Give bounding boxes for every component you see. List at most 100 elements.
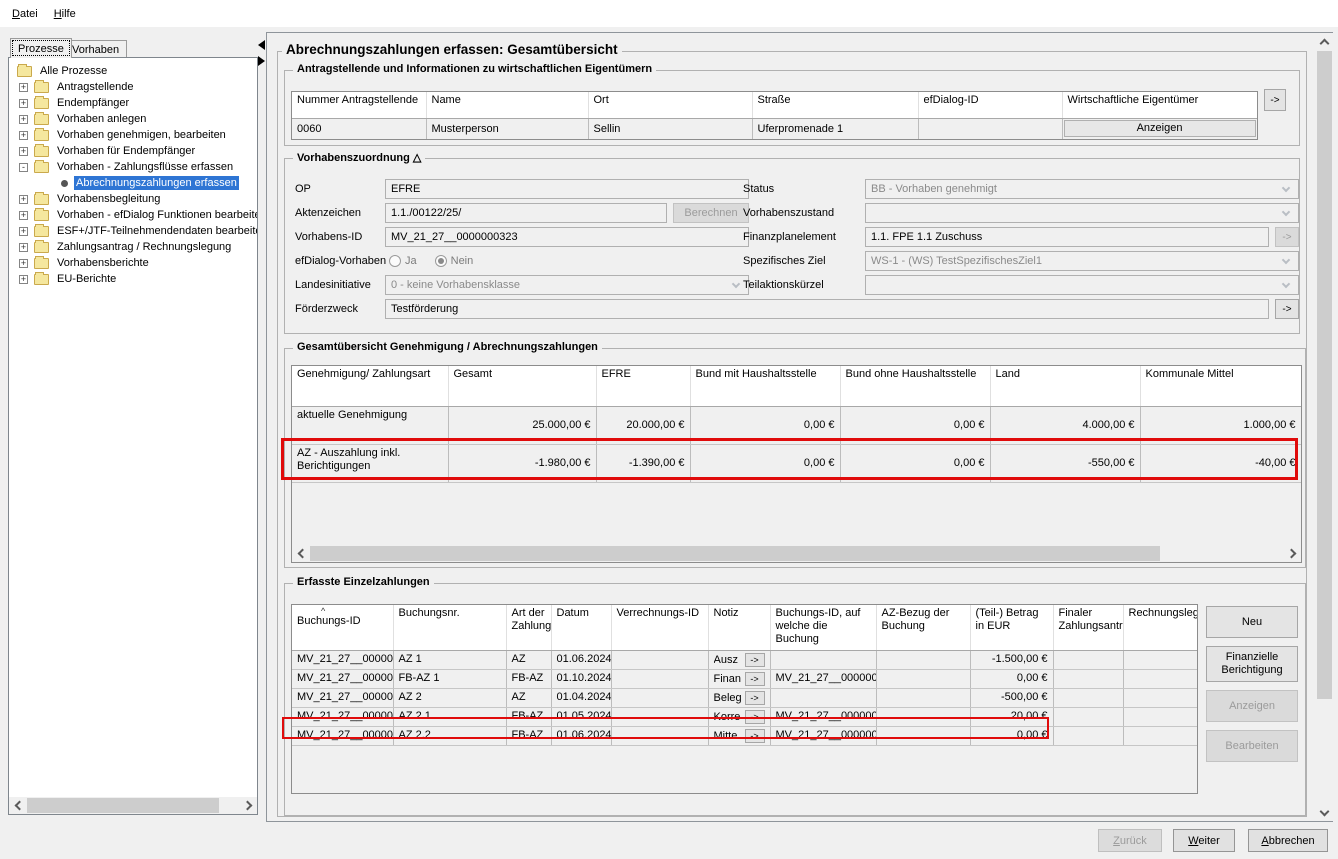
applicant-row[interactable]: 0060 Musterperson Sellin Uferpromenade 1… xyxy=(292,118,1257,139)
tab-vorhaben[interactable]: Vorhaben xyxy=(64,40,127,58)
col-header-art-der-zahlung[interactable]: Art der Zahlung xyxy=(506,605,551,650)
collapse-right-icon[interactable] xyxy=(258,56,265,66)
berechnen-button[interactable]: Berechnen xyxy=(673,203,749,223)
expander-minus-icon[interactable]: - xyxy=(19,163,28,172)
foerderzweck-arrow-button[interactable]: -> xyxy=(1275,299,1299,319)
tree-item-vorhaben-genehmigen[interactable]: + Vorhaben genehmigen, bearbeiten xyxy=(9,127,257,143)
notiz-detail-button[interactable]: -> xyxy=(745,653,765,667)
applicant-detail-arrow-button[interactable]: -> xyxy=(1264,89,1286,111)
scroll-right-button[interactable] xyxy=(1284,545,1301,562)
tree-item-zahlungsantrag[interactable]: + Zahlungsantrag / Rechnungslegung xyxy=(9,239,257,255)
scroll-left-button[interactable] xyxy=(9,797,26,814)
expander-plus-icon[interactable]: + xyxy=(19,227,28,236)
col-header-buchungs-id[interactable]: ^Buchungs-ID xyxy=(292,605,393,650)
menu-datei[interactable]: Datei xyxy=(4,5,46,23)
tree-item-label: Endempfänger xyxy=(55,96,131,110)
radio-nein[interactable] xyxy=(435,255,447,267)
vorhabenszustand-select[interactable] xyxy=(865,203,1299,223)
scroll-up-button[interactable] xyxy=(1316,33,1333,50)
scroll-right-button[interactable] xyxy=(240,797,257,814)
finanzielle-berichtigung-button[interactable]: Finanzielle Berichtigung xyxy=(1206,646,1298,682)
overview-horizontal-scrollbar[interactable] xyxy=(292,545,1301,562)
payment-row[interactable]: MV_21_27__00000003 AZ 2 AZ 01.04.2024 Be… xyxy=(292,688,1197,707)
teilaktionskuerzel-select[interactable] xyxy=(865,275,1299,295)
finanzplanelement-arrow-button[interactable]: -> xyxy=(1275,227,1299,247)
weiter-button[interactable]: Weiter xyxy=(1173,829,1235,852)
tree-item-eu-berichte[interactable]: + EU-Berichte xyxy=(9,271,257,287)
spezifisches-ziel-select[interactable]: WS-1 - (WS) TestSpezifischesZiel1 xyxy=(865,251,1299,271)
col-header-teil-betrag[interactable]: (Teil-) Betrag in EUR xyxy=(970,605,1053,650)
col-header-gesamt: Gesamt xyxy=(448,366,596,406)
expander-plus-icon[interactable]: + xyxy=(19,243,28,252)
anzeigen-button[interactable]: Anzeigen xyxy=(1206,690,1298,722)
radio-ja[interactable] xyxy=(389,255,401,267)
abbrechen-button[interactable]: Abbrechen xyxy=(1248,829,1328,852)
tree-item-vorhabensbegleitung[interactable]: + Vorhabensbegleitung xyxy=(9,191,257,207)
tree-item-alle-prozesse[interactable]: Alle Prozesse xyxy=(9,63,257,79)
scrollbar-thumb[interactable] xyxy=(1317,51,1332,699)
expander-plus-icon[interactable]: + xyxy=(19,275,28,284)
col-header-rechnungslegung[interactable]: Rechnungslegung xyxy=(1123,605,1197,650)
col-header-buchungsnr[interactable]: Buchungsnr. xyxy=(393,605,506,650)
notiz-detail-button[interactable]: -> xyxy=(745,729,765,743)
col-header-verrechnungs-id[interactable]: Verrechnungs-ID xyxy=(611,605,708,650)
overview-row-genehmigung[interactable]: aktuelle Genehmigung 25.000,00 € 20.000,… xyxy=(292,406,1301,444)
bearbeiten-button[interactable]: Bearbeiten xyxy=(1206,730,1298,762)
foerderzweck-field[interactable]: Testförderung xyxy=(385,299,1269,319)
vorhabens-id-field[interactable]: MV_21_27__0000000323 xyxy=(385,227,749,247)
col-header-buchungs-id-auf-welche[interactable]: Buchungs-ID, auf welche die Buchung xyxy=(770,605,876,650)
tree-item-zahlungsfluesse[interactable]: - Vorhaben - Zahlungsflüsse erfassen xyxy=(9,159,257,175)
aktenzeichen-field[interactable]: 1.1./00122/25/ xyxy=(385,203,667,223)
payment-row[interactable]: MV_21_27__00000003 AZ 2.1 FB-AZ 01.05.20… xyxy=(292,707,1197,726)
op-field[interactable]: EFRE xyxy=(385,179,749,199)
zurueck-button[interactable]: Zurück xyxy=(1098,829,1162,852)
expander-plus-icon[interactable]: + xyxy=(19,99,28,108)
tree-item-antragstellende[interactable]: + Antragstellende xyxy=(9,79,257,95)
tree-horizontal-scrollbar[interactable] xyxy=(9,797,257,814)
expander-plus-icon[interactable]: + xyxy=(19,147,28,156)
expander-plus-icon[interactable]: + xyxy=(19,131,28,140)
col-header-datum[interactable]: Datum xyxy=(551,605,611,650)
anzeigen-eigentuemer-button[interactable]: Anzeigen xyxy=(1064,120,1256,137)
col-header-finaler-zahlungsantrag[interactable]: Finaler Zahlungsantrag xyxy=(1053,605,1123,650)
expander-plus-icon[interactable]: + xyxy=(19,83,28,92)
col-header-bund-ohne: Bund ohne Haushaltsstelle xyxy=(840,366,990,406)
notiz-detail-button[interactable]: -> xyxy=(745,672,765,686)
col-header-notiz[interactable]: Notiz xyxy=(708,605,770,650)
tree-item-endempfaenger[interactable]: + Endempfänger xyxy=(9,95,257,111)
cell-az-bezug xyxy=(876,688,970,707)
tree-item-efdialog-funktionen[interactable]: + Vorhaben - efDialog Funktionen bearbei… xyxy=(9,207,257,223)
landesinitiative-select[interactable]: 0 - keine Vorhabensklasse xyxy=(385,275,749,295)
main-vertical-scrollbar[interactable] xyxy=(1316,33,1333,821)
tree-item-abrechnungszahlungen[interactable]: Abrechnungszahlungen erfassen xyxy=(9,175,257,191)
cell-name: Musterperson xyxy=(426,118,588,139)
scroll-down-button[interactable] xyxy=(1316,804,1333,821)
tree-item-vorhaben-endempfaenger[interactable]: + Vorhaben für Endempfänger xyxy=(9,143,257,159)
collapse-left-icon[interactable] xyxy=(258,40,265,50)
page-title: Abrechnungszahlungen erfassen: Gesamtübe… xyxy=(282,42,622,57)
menu-hilfe[interactable]: Hilfe xyxy=(46,5,84,23)
notiz-detail-button[interactable]: -> xyxy=(745,710,765,724)
payment-row[interactable]: MV_21_27__00000003 AZ 1 AZ 01.06.2024 Au… xyxy=(292,650,1197,669)
payment-row[interactable]: MV_21_27__00000003 FB-AZ 1 FB-AZ 01.10.2… xyxy=(292,669,1197,688)
payment-row-highlighted[interactable]: MV_21_27__00000003 AZ 2.2 FB-AZ 01.06.20… xyxy=(292,726,1197,745)
finanzplanelement-field[interactable]: 1.1. FPE 1.1 Zuschuss xyxy=(865,227,1269,247)
expander-plus-icon[interactable]: + xyxy=(19,259,28,268)
expander-plus-icon[interactable]: + xyxy=(19,115,28,124)
tree-item-vorhaben-anlegen[interactable]: + Vorhaben anlegen xyxy=(9,111,257,127)
expander-plus-icon[interactable]: + xyxy=(19,211,28,220)
expander-plus-icon[interactable]: + xyxy=(19,195,28,204)
notiz-detail-button[interactable]: -> xyxy=(745,691,765,705)
scrollbar-thumb[interactable] xyxy=(27,798,219,813)
col-header-az-bezug[interactable]: AZ-Bezug der Buchung xyxy=(876,605,970,650)
tab-prozesse[interactable]: Prozesse xyxy=(10,38,72,58)
tree-item-esf-jtf-daten[interactable]: + ESF+/JTF-Teilnehmendendaten bearbeiten xyxy=(9,223,257,239)
scroll-left-button[interactable] xyxy=(292,545,309,562)
neu-button[interactable]: Neu xyxy=(1206,606,1298,638)
splitter[interactable] xyxy=(258,32,266,822)
tree-item-vorhabensberichte[interactable]: + Vorhabensberichte xyxy=(9,255,257,271)
overview-row-auszahlung[interactable]: AZ - Auszahlung inkl. Berichtigungen -1.… xyxy=(292,444,1301,482)
scrollbar-thumb[interactable] xyxy=(310,546,1160,561)
cell-verrechnungs-id xyxy=(611,707,708,726)
status-select[interactable]: BB - Vorhaben genehmigt xyxy=(865,179,1299,199)
